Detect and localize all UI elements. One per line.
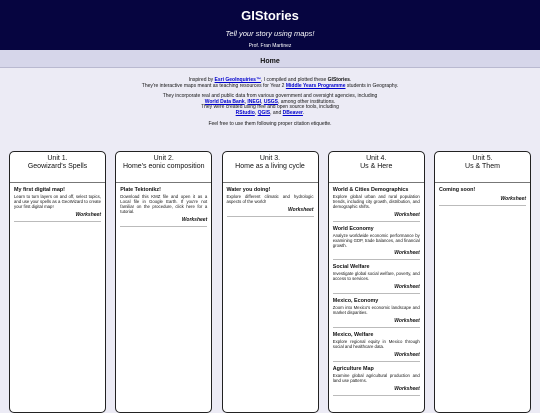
map-item: World & Cities Demographics Explore globa… [332,183,420,222]
qgis-link[interactable]: QGIS [258,110,271,116]
unit-number: Unit 1. [47,155,68,162]
map-item: Mexico, Welfare Explore regional equity i… [332,328,420,362]
worksheet-link[interactable]: Worksheet [333,284,419,290]
unit-name: Home's eonic composition [123,163,205,170]
map-item: Plate Tektonikz! Download this KMZ file a… [120,183,208,227]
map-description: Investigate global social welfare, pover… [332,271,420,282]
map-description: Explore different climatic and hydrologi… [226,194,314,204]
map-item: Social Welfare Investigate global social … [332,260,420,295]
unit-card-1: Unit 1. Geowizard's Spells My first digita… [9,151,106,413]
intro-section: Inspired by Esri GeoInquiries™, I compil… [0,68,540,127]
map-description: Analyze worldwide economic performance b… [332,232,420,248]
myp-link[interactable]: Middle Years Programme [286,83,346,89]
worksheet-link[interactable]: Worksheet [439,196,526,202]
worksheet-link[interactable]: Worksheet [333,318,419,324]
worksheet-link[interactable]: Worksheet [333,250,419,256]
worksheet-link[interactable]: Worksheet [120,217,207,223]
map-description: Explore global urban and rural populatio… [332,194,420,209]
rstudio-link[interactable]: RStudio [236,110,255,116]
intro-line-7: Feel free to use them following proper c… [208,120,332,127]
map-item: Water you doing! Explore different climat… [226,183,314,217]
intro-text: . [302,109,305,116]
author-name: Prof. Fran Martinez [248,43,292,49]
nav-bar: Home [0,50,540,68]
unit-number: Unit 3. [259,155,281,162]
map-title-link[interactable]: Coming soon! [439,187,526,194]
unit-header: Unit 5. Us & Them [435,152,530,183]
worksheet-link[interactable]: Worksheet [14,212,101,218]
unit-card-4: Unit 4. Us & Here World & Cities Demograph… [327,151,425,413]
unit-number: Unit 5. [472,155,493,162]
map-item: Agriculture Map Examine global agricultur… [332,362,420,396]
worksheet-link[interactable]: Worksheet [227,207,313,213]
site-title: GIStories [241,8,299,23]
site-header: GIStories Tell your story using maps! Pr… [0,0,540,50]
map-item: My first digital map! Learn to turn layer… [14,183,101,222]
map-description: Learn to turn layers on and off, select … [14,194,101,209]
dbeaver-link[interactable]: DBeaver [283,110,303,116]
unit-card-5: Unit 5. Us & Them Coming soon! Worksheet [434,151,531,413]
map-title-link[interactable]: My first digital map! [14,187,101,194]
map-title-link[interactable]: Plate Tektonikz! [120,187,207,194]
unit-name: Us & Here [360,163,393,170]
map-description: Zoom into Mexico's economic landscape an… [332,305,420,316]
worksheet-link[interactable]: Worksheet [333,386,419,392]
unit-header: Unit 4. Us & Here [328,152,424,183]
unit-name: Home as a living cycle [235,163,305,170]
intro-text: They're interactive maps meant as teachi… [141,82,286,89]
map-title-link[interactable]: World Economy [333,226,420,233]
worksheet-link[interactable]: Worksheet [333,352,419,358]
map-title-link[interactable]: World & Cities Demographics [333,187,420,194]
intro-text: students in Geography. [345,82,399,89]
map-title-link[interactable]: Agriculture Map [333,366,420,373]
units-row: Unit 1. Geowizard's Spells My first digita… [9,151,531,413]
worksheet-link[interactable]: Worksheet [333,212,419,218]
map-title-link[interactable]: Water you doing! [227,187,314,194]
map-description: Examine global agricultural production a… [332,372,420,383]
map-title-link[interactable]: Social Welfare [333,264,420,271]
map-description: Download this KMZ file and open it as a … [120,194,208,214]
nav-home-link[interactable]: Home [260,58,279,65]
map-item: World Economy Analyze worldwide economic … [332,222,420,261]
map-item: Mexico, Economy Zoom into Mexico's econom… [332,294,420,329]
unit-card-2: Unit 2. Home's eonic composition Plate Tek… [115,151,213,413]
map-title-link[interactable]: Mexico, Economy [333,298,420,305]
map-item: Coming soon! Worksheet [439,183,526,206]
unit-header: Unit 3. Home as a living cycle [222,152,318,183]
unit-header: Unit 2. Home's eonic composition [116,152,212,183]
map-title-link[interactable]: Mexico, Welfare [333,332,420,339]
unit-header: Unit 1. Geowizard's Spells [10,152,105,183]
unit-card-3: Unit 3. Home as a living cycle Water you d… [221,151,319,413]
site-tagline: Tell your story using maps! [225,29,315,38]
intro-text: , and [270,109,283,116]
unit-name: Geowizard's Spells [27,163,88,170]
unit-number: Unit 4. [366,155,387,162]
map-description: Explore regional equity in Mexico throug… [332,339,420,349]
unit-name: Us & Them [465,163,500,170]
unit-number: Unit 2. [153,155,174,162]
